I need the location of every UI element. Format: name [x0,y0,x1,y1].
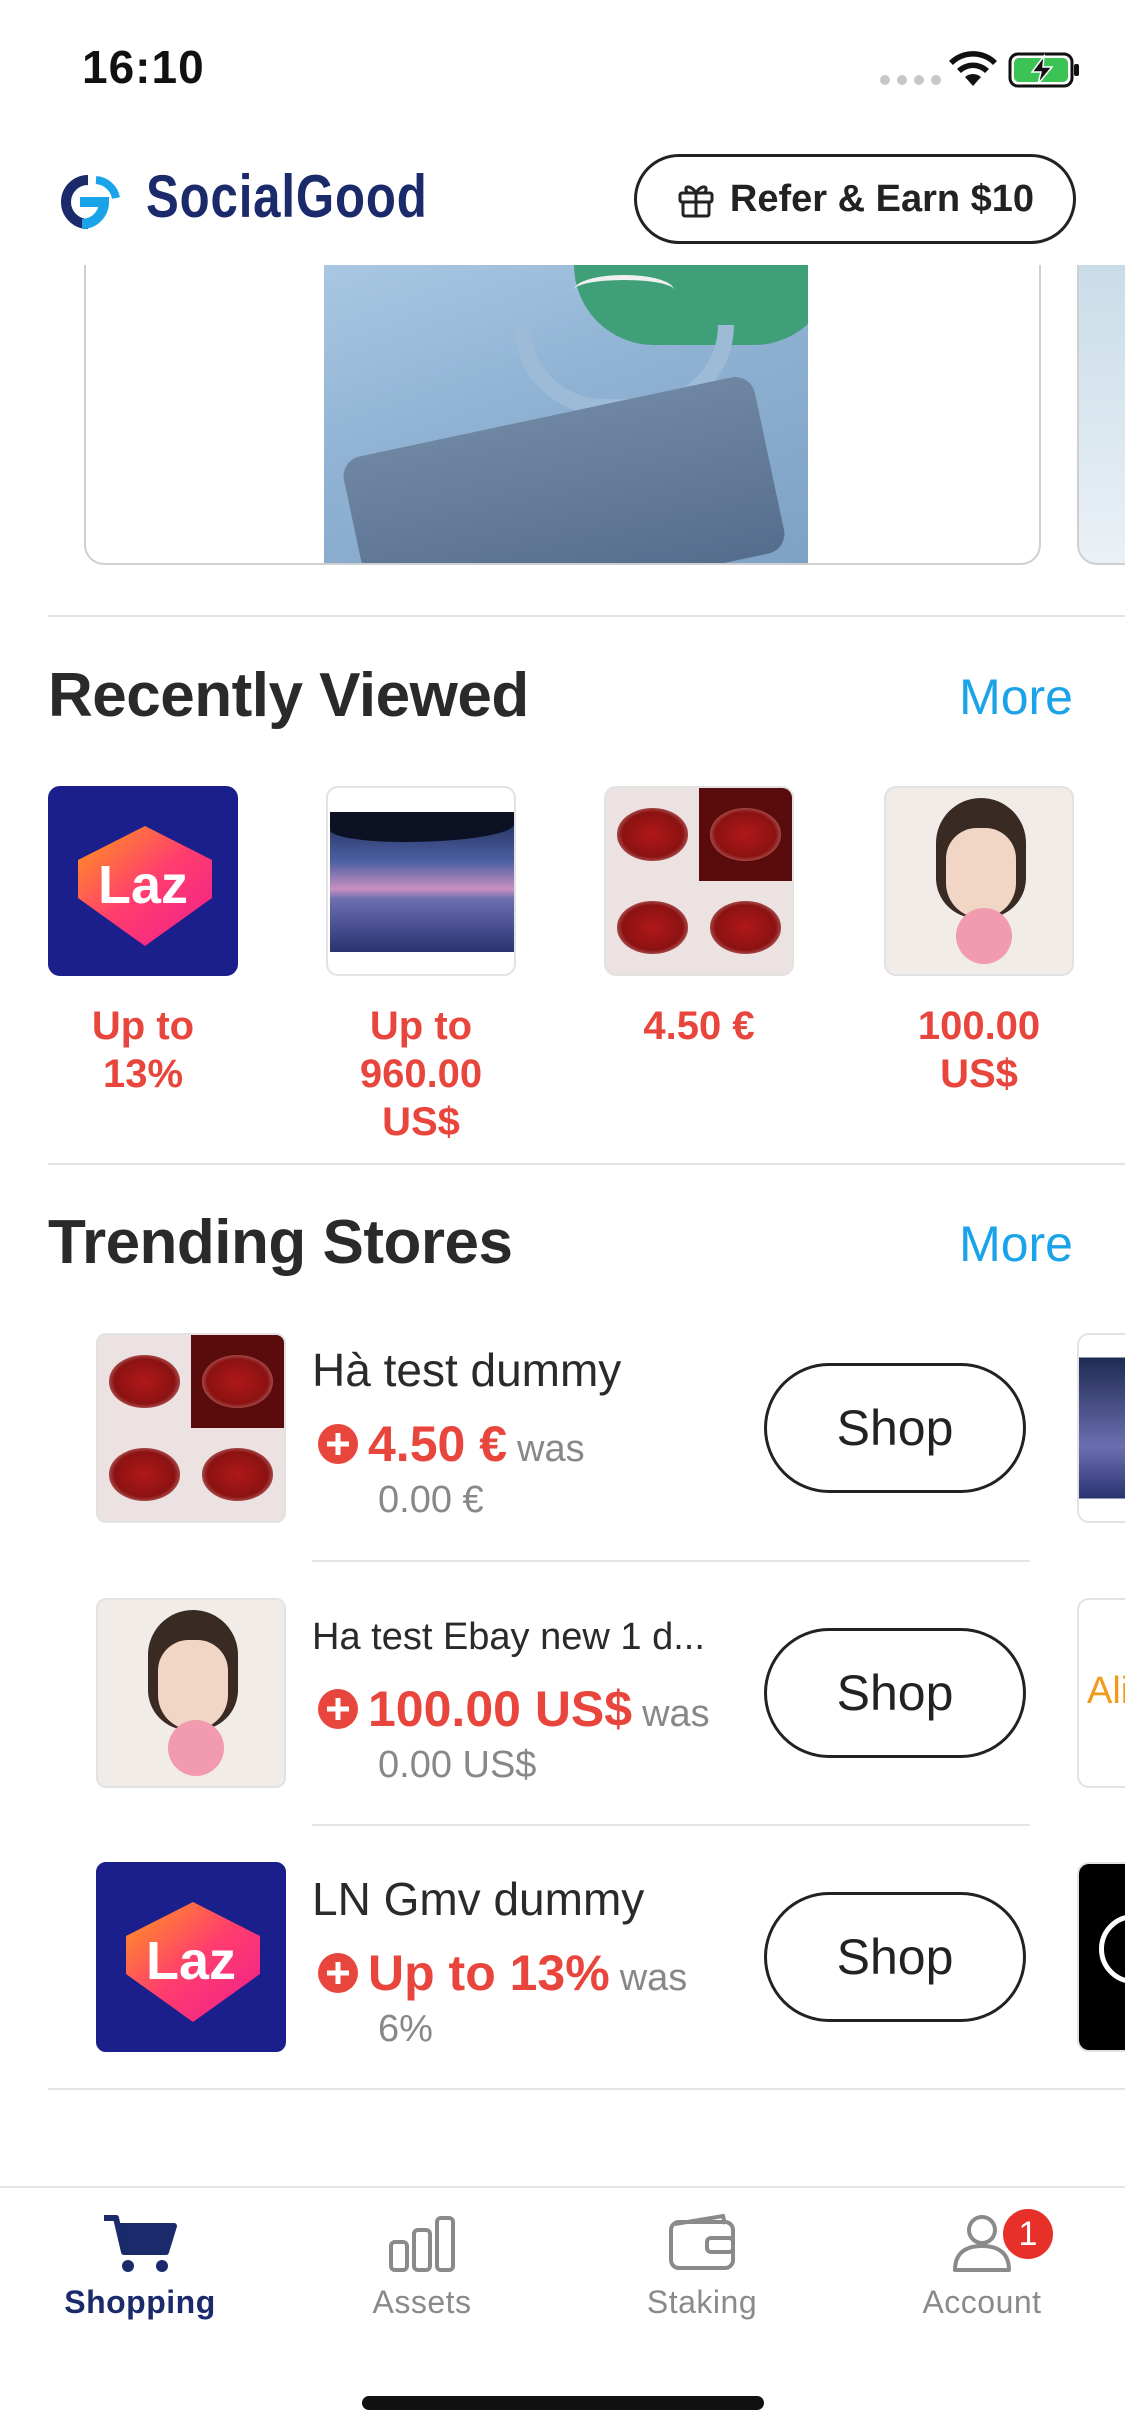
battery-charging-icon [1008,52,1079,88]
status-time: 16:10 [82,41,205,93]
tab-label: Shopping [64,2284,216,2320]
recently-viewed-price: Up to 960.00 US$ [359,1004,483,1144]
store-price: 4.50 € [368,1416,508,1472]
section-divider [48,2088,1125,2090]
promo-banner-card[interactable] [84,265,1041,565]
store-price: Up to 13% [368,1945,610,2001]
lazada-logo: Laz [48,786,238,976]
woman-with-flower-photo [96,1598,286,1788]
recently-viewed-price: Up to 13% [91,1004,195,1096]
cellular-signal-icon [880,75,941,85]
store-price: 100.00 US$ [368,1681,633,1737]
store-row[interactable]: Ha test Ebay new 1 d... 100.00 US$ was 0… [96,1598,1031,1798]
tab-account[interactable]: 1 Account [882,2206,1082,2321]
next-store-card[interactable] [1077,1333,1125,1523]
home-indicator [362,2396,764,2410]
refer-button-label: Refer & Earn $10 [729,177,1035,220]
tab-label: Staking [646,2284,758,2320]
was-label: was [642,1693,710,1735]
store-name: Ha test Ebay new 1 d... [312,1616,705,1658]
tab-assets[interactable]: Assets [322,2212,522,2321]
status-bar: 16:10 [0,0,1125,140]
row-divider [312,1560,1030,1562]
recently-viewed-item[interactable]: 100.00 US$ [884,786,1074,1098]
recently-viewed-price: 4.50 € [643,1004,755,1048]
recently-viewed-item[interactable]: Up to 960.00 US$ [326,786,516,1146]
bar-chart-icon [389,2216,455,2272]
wallet-icon [669,2213,735,2270]
recently-viewed-item[interactable]: Laz Up to 13% [48,786,238,1098]
refer-and-earn-button[interactable]: Refer & Earn $10 [634,154,1076,244]
brand-name: SocialGood [146,163,428,230]
tab-label: Assets [372,2284,472,2320]
next-store-card[interactable] [1077,1862,1125,2052]
store-price-line: 4.50 € was [318,1415,585,1473]
recently-viewed-title: Recently Viewed [48,661,529,730]
cart-icon [104,2215,177,2272]
recently-viewed-more-link[interactable]: More [959,668,1073,726]
section-divider [48,615,1125,617]
store-row[interactable]: Laz LN Gmv dummy Up to 13% was 6% Shop [96,1862,1031,2062]
plus-circle-icon [318,1689,358,1729]
woman-with-flower-photo [884,786,1074,976]
store-name: LN Gmv dummy [312,1873,645,1925]
tab-shopping[interactable]: Shopping [40,2212,240,2321]
store-row[interactable]: Hà test dummy 4.50 € was 0.00 € Shop [96,1333,1031,1533]
trending-stores-more-link[interactable]: More [959,1215,1073,1273]
row-divider [312,1824,1030,1826]
clothing-banner-image [324,265,808,563]
plus-circle-icon [318,1424,358,1464]
plus-circle-icon [318,1953,358,1993]
store-price-line: Up to 13% was [318,1944,687,2002]
socialgood-logo-icon [61,175,120,229]
red-lipstick-photo [604,786,794,976]
lazada-logo-text: Laz [145,1931,237,1991]
was-label: was [517,1428,585,1470]
tab-staking[interactable]: Staking [602,2212,802,2321]
store-name: Hà test dummy [312,1344,622,1396]
old-price: 0.00 US$ [378,1744,537,1786]
gift-icon [678,185,714,218]
recently-viewed-item[interactable]: 4.50 € [604,786,794,1050]
shop-button[interactable]: Shop [764,1628,1026,1758]
app-header: SocialGood Refer & Earn $10 [0,140,1125,265]
red-lipstick-photo [96,1333,286,1523]
notification-badge: 1 [1000,2206,1056,2262]
recently-viewed-price: 100.00 US$ [917,1004,1041,1096]
aliexpress-peek-text: Ali [1087,1670,1125,1712]
old-price: 6% [378,2008,433,2050]
old-price: 0.00 € [378,1479,484,1521]
next-banner-card[interactable] [1077,265,1125,565]
lazada-logo-text: Laz [97,855,189,915]
was-label: was [619,1957,688,1999]
store-price-line: 100.00 US$ was [318,1680,710,1738]
next-store-card[interactable]: Ali [1077,1598,1125,1788]
tab-label: Account [922,2284,1042,2320]
shop-button[interactable]: Shop [764,1363,1026,1493]
wifi-icon [949,51,997,86]
section-divider [48,1163,1125,1165]
trending-stores-title: Trending Stores [48,1208,513,1277]
shop-button[interactable]: Shop [764,1892,1026,2022]
lazada-logo: Laz [96,1862,286,2052]
lake-sunset-photo [326,786,516,976]
